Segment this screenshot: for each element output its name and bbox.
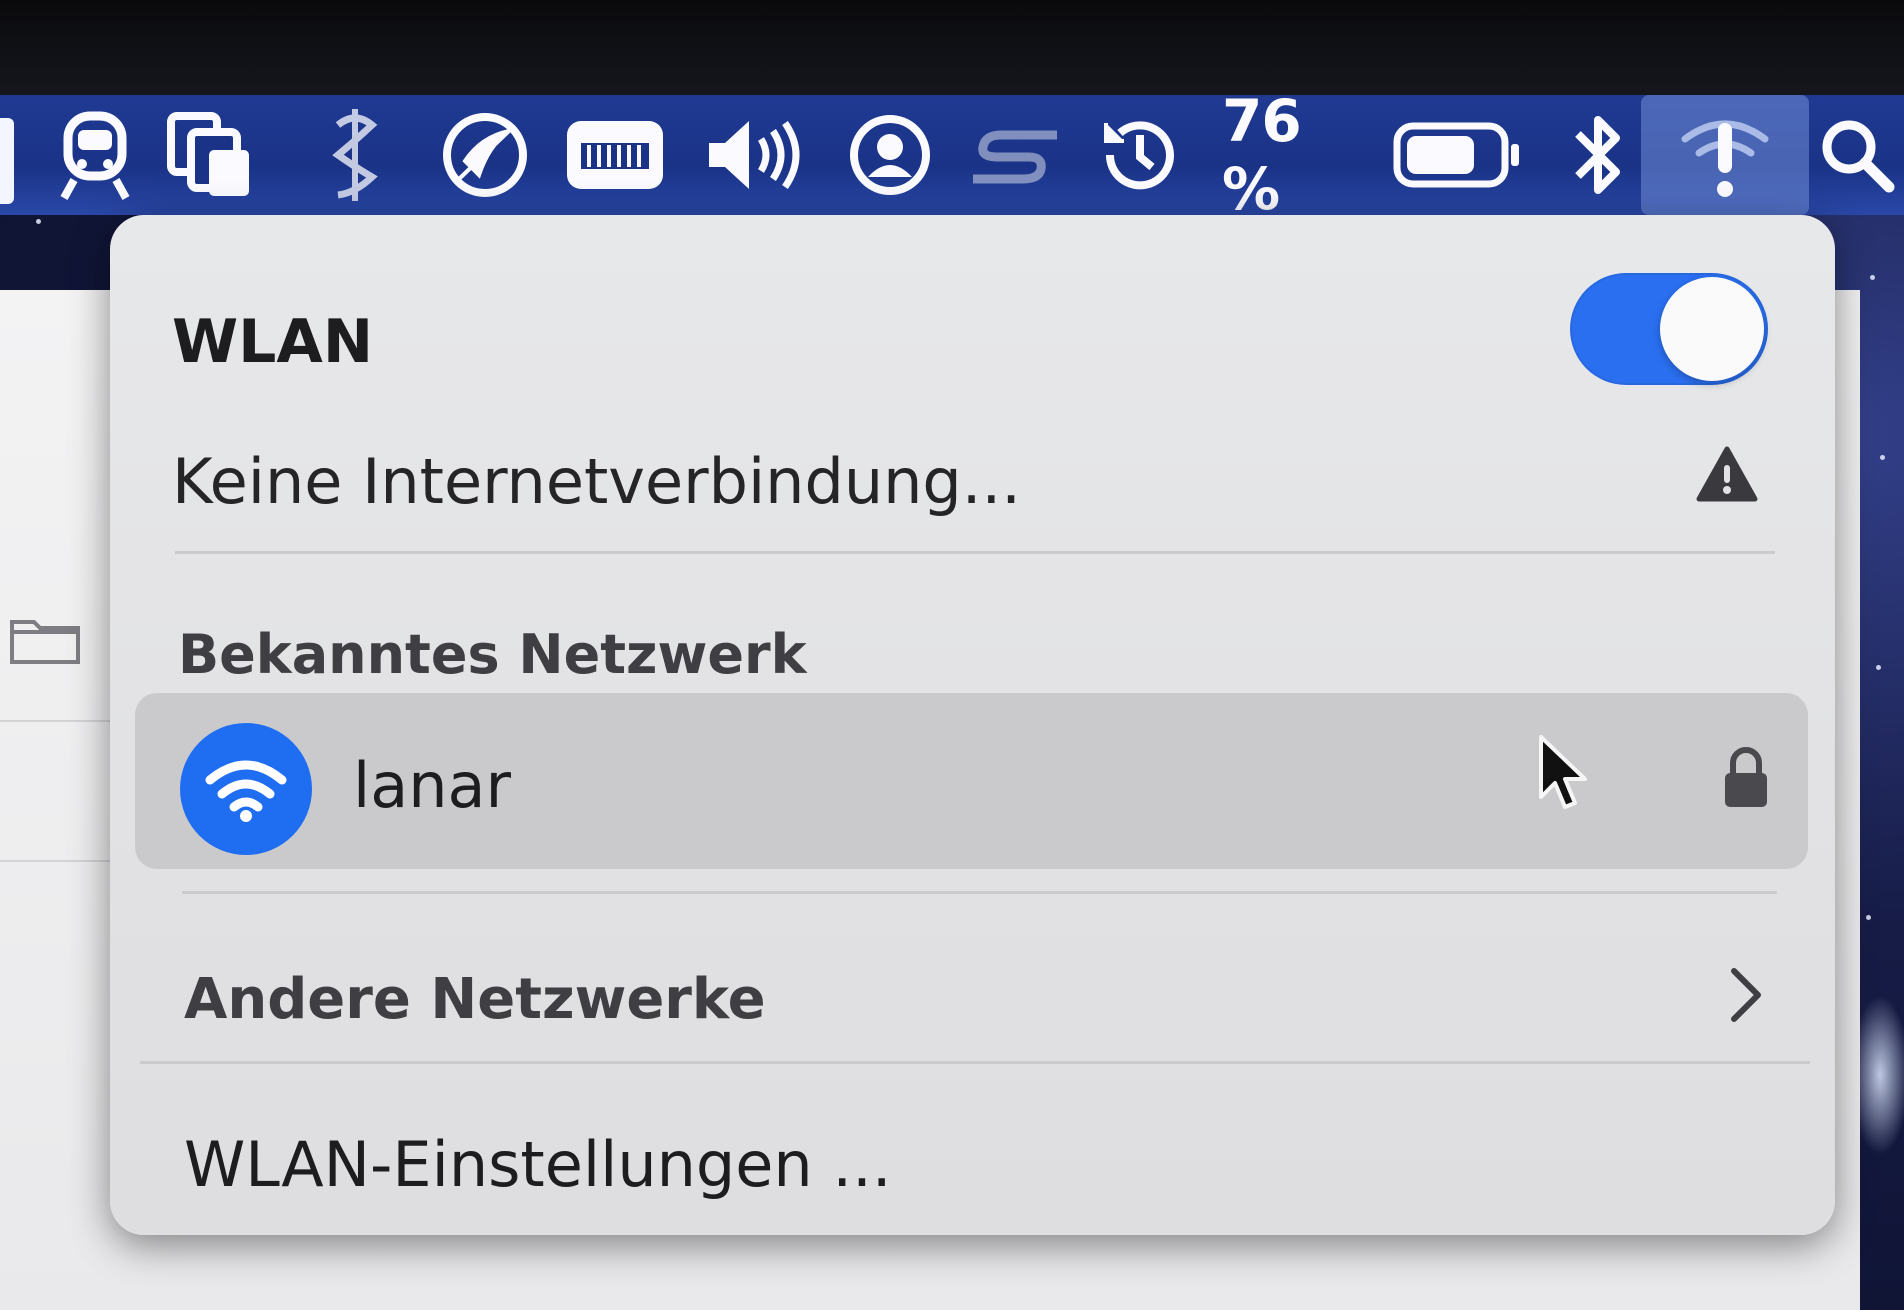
star — [1876, 665, 1881, 670]
star — [1880, 455, 1885, 460]
bluetooth-icon[interactable] — [1556, 95, 1640, 215]
wlan-settings-label: WLAN-Einstellungen ... — [184, 1128, 892, 1201]
wlan-toggle[interactable] — [1570, 273, 1768, 385]
star — [1870, 275, 1875, 280]
separator — [175, 551, 1775, 554]
star — [36, 219, 41, 224]
wlan-menu: WLAN Keine Internetverbindung... Bekannt… — [110, 215, 1835, 1235]
separator — [140, 1061, 1810, 1064]
search-icon[interactable] — [1810, 95, 1904, 215]
wifi-alert-icon[interactable] — [1641, 95, 1809, 215]
menu-bar: 76 % — [0, 87, 1904, 223]
warning-icon — [1696, 446, 1758, 502]
chevron-right-icon — [1731, 968, 1761, 1022]
menu-bar-edge — [0, 118, 14, 204]
mouse-cursor-icon — [1539, 735, 1587, 809]
wifi-icon — [180, 723, 312, 855]
battery-percent-text: 76 % — [1222, 87, 1302, 223]
lock-icon — [1725, 747, 1767, 807]
battery-icon[interactable] — [1388, 95, 1528, 215]
folder-icon[interactable] — [8, 612, 84, 666]
copy-icon[interactable] — [160, 95, 260, 215]
connection-status: Keine Internetverbindung... — [172, 445, 1021, 518]
volume-icon[interactable] — [700, 95, 810, 215]
user-icon[interactable] — [840, 95, 940, 215]
s-logo-icon[interactable] — [960, 95, 1070, 215]
toggle-knob — [1660, 277, 1764, 381]
train-icon[interactable] — [50, 95, 140, 215]
star — [1866, 915, 1871, 920]
known-network-heading: Bekanntes Netzwerk — [178, 623, 807, 686]
rocket-icon[interactable] — [435, 95, 535, 215]
time-machine-icon[interactable] — [1090, 95, 1190, 215]
keyboard-icon[interactable] — [560, 95, 670, 215]
known-network-row[interactable]: lanar — [135, 693, 1808, 869]
wlan-title: WLAN — [172, 307, 374, 377]
battery-percentage[interactable]: 76 % — [1222, 87, 1374, 223]
other-networks-label: Andere Netzwerke — [184, 967, 766, 1032]
wlan-settings-item[interactable]: WLAN-Einstellungen ... — [150, 1100, 1795, 1220]
network-name: lanar — [353, 749, 511, 822]
separator — [182, 891, 1777, 894]
script-icon[interactable] — [310, 95, 400, 215]
other-networks-item[interactable]: Andere Netzwerke — [150, 927, 1795, 1077]
screen-bezel — [0, 0, 1904, 100]
